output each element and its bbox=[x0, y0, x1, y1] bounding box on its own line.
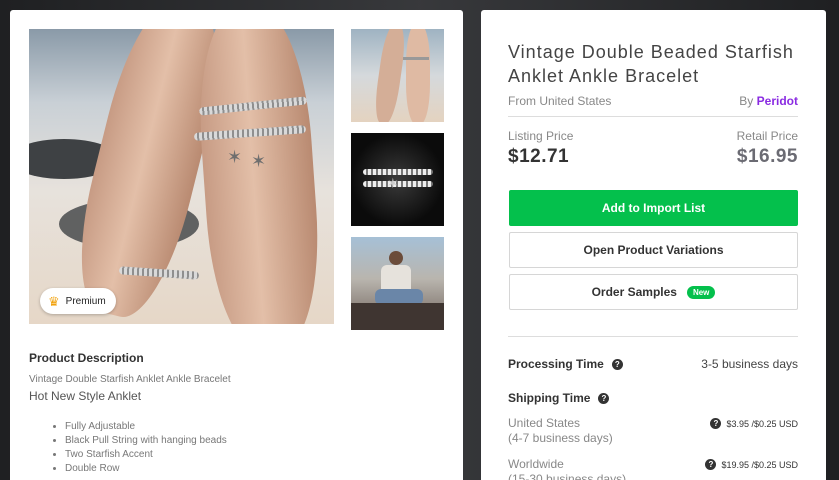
shipping-row-name: United States (4-7 business days) bbox=[508, 416, 613, 445]
crown-icon: ♛ bbox=[48, 293, 60, 309]
divider bbox=[508, 116, 798, 117]
bullet-item: Two Starfish Accent bbox=[65, 448, 227, 462]
add-to-import-list-button[interactable]: Add to Import List bbox=[509, 190, 798, 226]
thumbnail-1[interactable] bbox=[351, 29, 444, 122]
bullet-item: Black Pull String with hanging beads bbox=[65, 434, 227, 448]
main-product-image: ✶ ✶ ♛ Premium bbox=[29, 29, 334, 324]
help-icon[interactable]: ? bbox=[705, 459, 717, 470]
premium-badge: ♛ Premium bbox=[40, 288, 116, 314]
help-icon[interactable]: ? bbox=[598, 392, 610, 404]
shipping-row-price: ? $19.95 /$0.25 USD bbox=[705, 459, 798, 470]
help-icon[interactable]: ? bbox=[611, 358, 623, 370]
help-icon[interactable]: ? bbox=[710, 418, 722, 429]
shipping-row-price: ? $3.95 /$0.25 USD bbox=[710, 418, 798, 429]
bullet-item: Fully Adjustable bbox=[65, 420, 227, 434]
product-title: Vintage Double Beaded Starfish Anklet An… bbox=[508, 42, 794, 86]
product-origin: From United States bbox=[508, 94, 612, 108]
processing-time-label: Processing Time ? bbox=[508, 357, 623, 371]
retail-price: $16.95 bbox=[736, 146, 798, 167]
retail-price-label: Retail Price bbox=[736, 129, 798, 143]
order-samples-label: Order Samples bbox=[591, 285, 677, 299]
starfish-icon: ✶ bbox=[251, 151, 267, 171]
listing-price: $12.71 bbox=[508, 146, 570, 167]
shipping-row-name: Worldwide (15-30 business days) bbox=[508, 457, 627, 480]
open-product-variations-button[interactable]: Open Product Variations bbox=[509, 232, 798, 268]
seller-link[interactable]: Peridot bbox=[757, 94, 798, 108]
description-subtitle: Hot New Style Anklet bbox=[29, 389, 142, 403]
product-info-panel: Vintage Double Beaded Starfish Anklet An… bbox=[481, 10, 826, 480]
shipping-time-label: Shipping Time ? bbox=[508, 391, 610, 405]
starfish-icon: ✶ bbox=[227, 147, 243, 167]
product-gallery-panel: ✶ ✶ ♛ Premium ✶ Product Description Vint… bbox=[10, 10, 463, 480]
divider bbox=[508, 336, 798, 337]
description-line: Vintage Double Starfish Anklet Ankle Bra… bbox=[29, 374, 231, 385]
description-bullets: Fully Adjustable Black Pull String with … bbox=[65, 420, 227, 476]
new-badge: New bbox=[686, 285, 716, 299]
seller-prefix: By bbox=[739, 94, 754, 108]
order-samples-button[interactable]: Order Samples New bbox=[509, 274, 798, 310]
listing-price-label: Listing Price bbox=[508, 129, 574, 143]
description-title: Product Description bbox=[29, 351, 144, 365]
thumbnail-3[interactable] bbox=[351, 237, 444, 330]
premium-label: Premium bbox=[65, 295, 106, 307]
processing-time-value: 3-5 business days bbox=[701, 357, 798, 371]
leg-shape bbox=[192, 29, 326, 324]
seller-info: By Peridot bbox=[739, 94, 798, 108]
bullet-item: Double Row bbox=[65, 462, 227, 476]
thumbnail-2[interactable]: ✶ bbox=[351, 133, 444, 226]
